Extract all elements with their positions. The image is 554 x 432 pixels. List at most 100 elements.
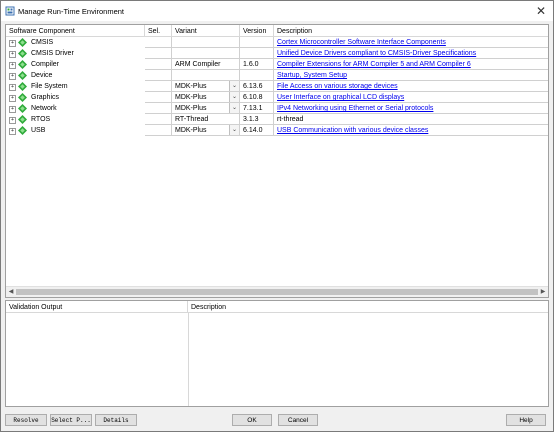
component-row[interactable]: + CMSIS Cortex Microcontroller Software In… <box>6 37 548 48</box>
component-name: Compiler <box>31 61 60 68</box>
select-cell[interactable] <box>145 48 172 59</box>
help-button[interactable]: Help <box>506 414 546 426</box>
select-cell[interactable] <box>145 125 172 136</box>
scroll-right-icon[interactable]: ▶ <box>538 287 548 297</box>
chevron-down-icon[interactable]: ⌄ <box>229 92 239 102</box>
component-gem-icon <box>18 115 27 124</box>
component-row[interactable]: + USB MDK-Plus ⌄ 6.14.0 USB Communication wit… <box>6 125 548 136</box>
select-cell[interactable] <box>145 70 172 81</box>
select-cell[interactable] <box>145 59 172 70</box>
component-row[interactable]: + CMSIS Driver Unified Device Drivers comp… <box>6 48 548 59</box>
component-gem-icon <box>18 104 27 113</box>
variant-cell[interactable]: MDK-Plus ⌄ <box>172 92 240 103</box>
select-cell[interactable] <box>145 81 172 92</box>
title-bar: Manage Run-Time Environment ✕ <box>1 1 553 21</box>
component-name: CMSIS <box>31 39 54 46</box>
column-header-software-component[interactable]: Software Component <box>6 25 145 37</box>
description-link[interactable]: Compiler Extensions for ARM Compiler 5 a… <box>274 59 548 70</box>
version-cell <box>240 37 274 48</box>
description-link[interactable]: Startup, System Setup <box>274 70 548 81</box>
variant-value: MDK-Plus <box>175 127 207 134</box>
horizontal-scrollbar[interactable]: ◀ ▶ <box>6 286 548 297</box>
component-gem-icon <box>18 71 27 80</box>
variant-cell: RT-Thread <box>172 114 240 125</box>
validation-panel: Validation Output Description <box>5 300 549 407</box>
variant-value: MDK-Plus <box>175 83 207 90</box>
description-link[interactable]: User Interface on graphical LCD displays <box>274 92 548 103</box>
ok-button[interactable]: OK <box>232 414 272 426</box>
component-name-cell: + CMSIS <box>6 37 145 48</box>
select-cell[interactable] <box>145 103 172 114</box>
chevron-down-icon[interactable]: ⌄ <box>229 103 239 113</box>
variant-value: MDK-Plus <box>175 94 207 101</box>
select-packs-button[interactable]: Select P... <box>50 414 92 426</box>
component-name-cell: + Compiler <box>6 59 145 70</box>
expand-icon[interactable]: + <box>9 128 16 135</box>
cancel-button[interactable]: Cancel <box>278 414 318 426</box>
column-header-variant[interactable]: Variant <box>172 25 240 37</box>
column-header-description[interactable]: Description <box>274 25 548 37</box>
variant-cell <box>172 70 240 81</box>
version-cell: 1.6.0 <box>240 59 274 70</box>
select-cell[interactable] <box>145 37 172 48</box>
version-cell <box>240 70 274 81</box>
component-gem-icon <box>18 93 27 102</box>
component-name-cell: + Graphics <box>6 92 145 103</box>
component-row[interactable]: + Graphics MDK-Plus ⌄ 6.10.8 User Interface o… <box>6 92 548 103</box>
resolve-button[interactable]: Resolve <box>5 414 47 426</box>
select-cell[interactable] <box>145 114 172 125</box>
expand-icon[interactable]: + <box>9 106 16 113</box>
column-header-sel[interactable]: Sel. <box>145 25 172 37</box>
component-name-cell: + File System <box>6 81 145 92</box>
component-row[interactable]: + Device Startup, System Setup <box>6 70 548 81</box>
version-cell <box>240 48 274 59</box>
expand-icon[interactable]: + <box>9 73 16 80</box>
variant-cell[interactable]: MDK-Plus ⌄ <box>172 81 240 92</box>
select-cell[interactable] <box>145 92 172 103</box>
validation-divider <box>188 313 189 406</box>
component-name-cell: + Network <box>6 103 145 114</box>
version-cell: 3.1.3 <box>240 114 274 125</box>
expand-icon[interactable]: + <box>9 62 16 69</box>
details-button[interactable]: Details <box>95 414 137 426</box>
validation-description-header: Description <box>188 301 548 313</box>
component-row[interactable]: + Network MDK-Plus ⌄ 7.13.1 IPv4 Networking u… <box>6 103 548 114</box>
component-name: RTOS <box>31 116 51 123</box>
description-link[interactable]: USB Communication with various device cl… <box>274 125 548 136</box>
component-row[interactable]: + Compiler ARM Compiler 1.6.0 Compiler Exten… <box>6 59 548 70</box>
expand-icon[interactable]: + <box>9 40 16 47</box>
component-name: Graphics <box>31 94 60 101</box>
description-link[interactable]: Cortex Microcontroller Software Interfac… <box>274 37 548 48</box>
description-link[interactable]: Unified Device Drivers compliant to CMSI… <box>274 48 548 59</box>
scroll-left-icon[interactable]: ◀ <box>6 287 16 297</box>
variant-value: RT-Thread <box>175 116 209 123</box>
component-name-cell: + CMSIS Driver <box>6 48 145 59</box>
column-header-version[interactable]: Version <box>240 25 274 37</box>
app-icon <box>5 6 15 16</box>
window-title: Manage Run-Time Environment <box>18 7 125 16</box>
expand-icon[interactable]: + <box>9 117 16 124</box>
expand-icon[interactable]: + <box>9 84 16 91</box>
version-cell: 7.13.1 <box>240 103 274 114</box>
component-name: Network <box>31 105 57 112</box>
component-gem-icon <box>18 126 27 135</box>
component-tree: Software Component Sel. Variant Version … <box>5 24 549 298</box>
variant-cell <box>172 37 240 48</box>
scroll-thumb[interactable] <box>16 289 538 295</box>
component-name: USB <box>31 127 46 134</box>
chevron-down-icon[interactable]: ⌄ <box>229 125 239 135</box>
variant-cell[interactable]: MDK-Plus ⌄ <box>172 125 240 136</box>
description-link[interactable]: File Access on various storage devices <box>274 81 548 92</box>
component-name: Device <box>31 72 53 79</box>
component-row[interactable]: + File System MDK-Plus ⌄ 6.13.6 File Access o… <box>6 81 548 92</box>
description-link[interactable]: IPv4 Networking using Ethernet or Serial… <box>274 103 548 114</box>
component-gem-icon <box>18 60 27 69</box>
close-icon[interactable]: ✕ <box>533 3 549 19</box>
variant-cell[interactable]: MDK-Plus ⌄ <box>172 103 240 114</box>
chevron-down-icon[interactable]: ⌄ <box>229 81 239 91</box>
expand-icon[interactable]: + <box>9 51 16 58</box>
component-row[interactable]: + RTOS RT-Thread 3.1.3 rt-thread <box>6 114 548 125</box>
expand-icon[interactable]: + <box>9 95 16 102</box>
version-cell: 6.14.0 <box>240 125 274 136</box>
variant-value: ARM Compiler <box>175 61 221 68</box>
